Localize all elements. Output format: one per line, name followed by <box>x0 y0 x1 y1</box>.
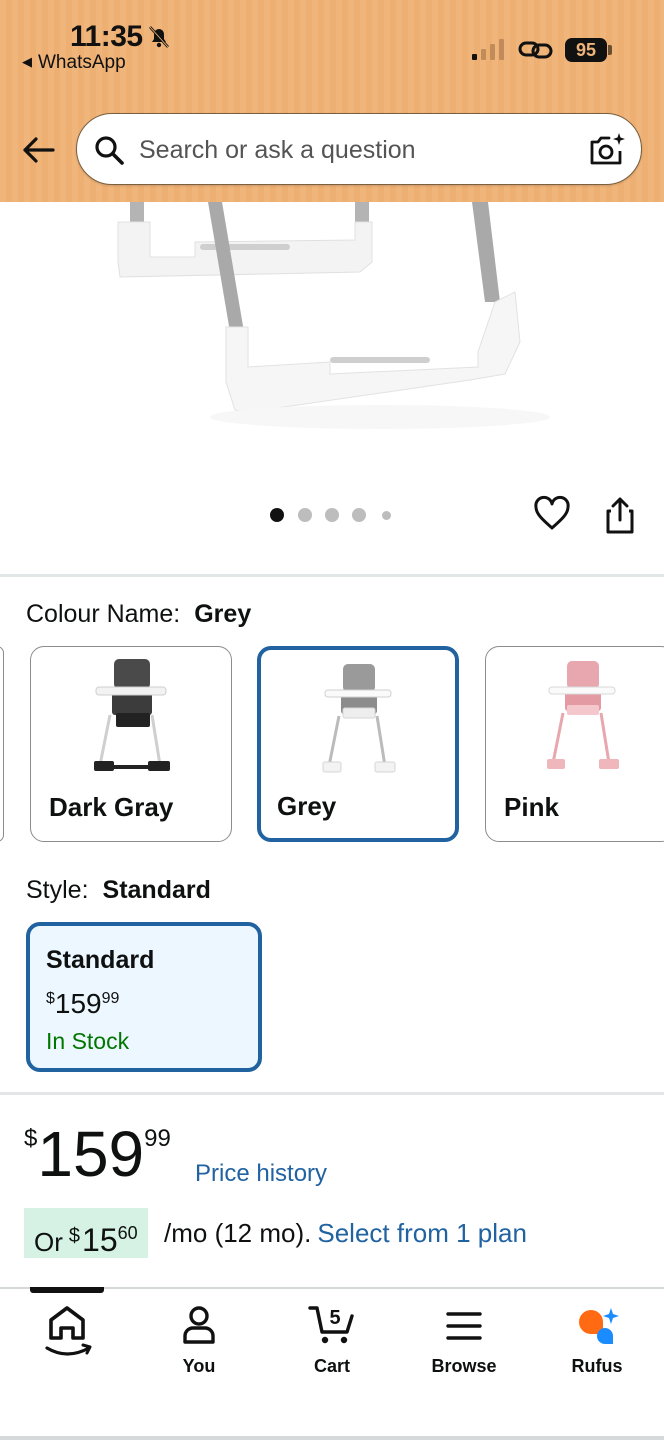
style-option-price: $15999 <box>46 988 119 1020</box>
nav-rufus[interactable]: Rufus <box>542 1300 652 1380</box>
installment-dollars: 15 <box>82 1222 118 1258</box>
status-time: 11:35 <box>70 20 143 53</box>
installment-term: /mo (12 mo). <box>164 1218 312 1248</box>
style-selected-value: Standard <box>102 876 211 904</box>
colour-name-label: Colour Name: Grey <box>26 600 251 629</box>
nav-home[interactable] <box>12 1300 122 1380</box>
carousel-dot-2[interactable] <box>298 508 312 522</box>
carousel-dot-1[interactable] <box>270 508 284 522</box>
back-app-label: WhatsApp <box>38 52 126 73</box>
home-icon <box>45 1306 92 1356</box>
swatch-label: Dark Gray <box>49 792 174 822</box>
select-plan-link[interactable]: Select from 1 plan <box>317 1218 527 1248</box>
price-history-link[interactable]: Price history <box>195 1160 327 1188</box>
installment-prefix: Or <box>34 1227 63 1257</box>
nav-label: You <box>182 1356 216 1376</box>
price-cents: 99 <box>144 1125 171 1152</box>
cart-count-badge: 5 <box>329 1307 340 1329</box>
colour-selected-value: Grey <box>194 600 252 628</box>
back-arrow-icon[interactable] <box>20 132 56 168</box>
nav-label: Browse <box>431 1356 497 1376</box>
grey-chair-thumbnail <box>322 664 396 773</box>
link-icon <box>518 41 553 59</box>
menu-icon <box>446 1312 482 1340</box>
colour-swatch-previous[interactable] <box>0 646 4 842</box>
carousel-dot-3[interactable] <box>325 508 339 522</box>
cart-icon: 5 <box>308 1306 354 1344</box>
camera-lens-icon[interactable] <box>587 130 627 170</box>
price-currency: $ <box>24 1125 38 1152</box>
swatch-label: Grey <box>277 791 337 821</box>
carousel-dot-5[interactable] <box>382 511 391 520</box>
colour-label-text: Colour Name: <box>26 600 181 628</box>
bottom-edge <box>0 1436 664 1440</box>
nav-browse[interactable]: Browse <box>409 1300 519 1380</box>
style-price-currency: $ <box>46 990 55 1007</box>
product-price: $15999 <box>24 1122 171 1186</box>
signal-icon <box>472 39 504 60</box>
back-triangle-icon: ◀ <box>22 54 32 69</box>
high-chair-legs-image <box>0 202 664 472</box>
dark-gray-chair-thumbnail <box>94 659 170 771</box>
installment-currency: $ <box>68 1225 81 1247</box>
installment-terms: /mo (12 mo). Select from 1 plan <box>164 1208 527 1258</box>
rufus-icon <box>579 1308 619 1344</box>
bell-muted-icon <box>149 26 169 48</box>
active-tab-indicator <box>30 1287 104 1293</box>
style-option-title: Standard <box>46 946 155 974</box>
style-label: Style: Standard <box>26 876 211 905</box>
installment-cents: 60 <box>117 1223 138 1243</box>
swatch-label: Pink <box>504 792 559 822</box>
style-price-dollars: 159 <box>54 988 102 1019</box>
stock-status: In Stock <box>46 1028 130 1054</box>
nav-label: Cart <box>313 1356 350 1376</box>
style-price-cents: 99 <box>101 990 120 1007</box>
battery-cap <box>608 45 612 55</box>
style-option-standard[interactable]: Standard $15999 In Stock <box>26 922 262 1072</box>
pink-chair-thumbnail <box>547 661 619 769</box>
nav-you[interactable]: You <box>144 1300 254 1380</box>
search-bar[interactable] <box>76 113 642 185</box>
search-input[interactable] <box>139 132 559 168</box>
colour-swatch-dark-gray[interactable]: Dark Gray <box>30 646 232 842</box>
section-divider <box>0 1092 664 1095</box>
back-to-app-link[interactable]: ◀ WhatsApp <box>22 52 126 74</box>
section-divider <box>0 574 664 577</box>
battery-indicator: 95 <box>565 38 607 62</box>
installment-badge: Or $1560 <box>24 1208 148 1258</box>
heart-icon[interactable] <box>533 495 571 533</box>
share-icon[interactable] <box>603 496 637 536</box>
person-icon <box>183 1306 215 1344</box>
nav-cart[interactable]: 5 Cart <box>277 1300 387 1380</box>
product-image[interactable] <box>0 202 664 472</box>
carousel-dot-4[interactable] <box>352 508 366 522</box>
app-header: 11:35 ◀ WhatsApp 95 <box>0 0 664 202</box>
search-icon <box>95 136 124 165</box>
nav-label: Rufus <box>571 1356 623 1376</box>
style-label-text: Style: <box>26 876 89 904</box>
colour-swatch-grey[interactable]: Grey <box>257 646 459 842</box>
colour-swatch-pink[interactable]: Pink <box>485 646 664 842</box>
price-dollars: 159 <box>37 1118 145 1190</box>
